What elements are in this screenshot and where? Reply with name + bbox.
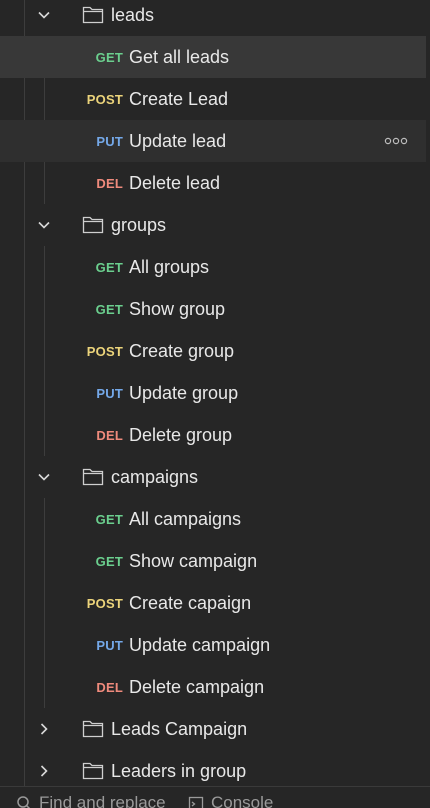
method-badge: GET <box>95 512 123 527</box>
chevron-down-icon[interactable] <box>36 217 52 233</box>
request-row[interactable]: DEL Delete lead <box>0 162 426 204</box>
find-replace-button[interactable]: Find and replace <box>39 793 166 808</box>
request-row[interactable]: PUT Update group <box>0 372 426 414</box>
folder-label: leads <box>111 5 155 25</box>
method-badge: DEL <box>96 428 123 443</box>
request-row[interactable]: PUT Update lead <box>0 120 426 162</box>
request-row[interactable]: GET All campaigns <box>0 498 426 540</box>
request-label: Delete lead <box>129 173 221 193</box>
folder-icon <box>82 468 104 486</box>
method-badge: GET <box>95 50 123 65</box>
folder-row[interactable]: groups <box>0 204 426 246</box>
chevron-right-icon[interactable] <box>36 721 52 737</box>
chevron-down-icon[interactable] <box>36 469 52 485</box>
method-badge: PUT <box>96 134 123 149</box>
request-label: Delete campaign <box>129 677 265 697</box>
method-badge: DEL <box>96 176 123 191</box>
console-button[interactable]: Console <box>211 793 273 808</box>
method-badge: GET <box>95 260 123 275</box>
folder-label: groups <box>111 215 167 235</box>
search-icon[interactable] <box>16 795 32 808</box>
request-row[interactable]: GET Show campaign <box>0 540 426 582</box>
request-row[interactable]: GET Get all leads <box>0 36 426 78</box>
more-options-icon[interactable] <box>384 137 408 145</box>
folder-icon <box>82 762 104 780</box>
method-badge: POST <box>86 344 123 359</box>
request-row[interactable]: POST Create group <box>0 330 426 372</box>
chevron-right-icon[interactable] <box>36 763 52 779</box>
request-row[interactable]: DEL Delete campaign <box>0 666 426 708</box>
request-label: Create Lead <box>129 89 229 109</box>
folder-icon <box>82 6 104 24</box>
chevron-down-icon[interactable] <box>36 7 52 23</box>
request-label: Update campaign <box>129 635 271 655</box>
method-badge: DEL <box>96 680 123 695</box>
method-badge: GET <box>95 554 123 569</box>
folder-icon <box>82 216 104 234</box>
folder-label: campaigns <box>111 467 199 487</box>
status-bar: Find and replace Console <box>0 786 430 808</box>
request-label: All groups <box>129 257 210 277</box>
request-label: Create group <box>129 341 235 361</box>
request-row[interactable]: DEL Delete group <box>0 414 426 456</box>
request-label: Get all leads <box>129 47 230 67</box>
folder-icon <box>82 720 104 738</box>
method-badge: PUT <box>96 638 123 653</box>
collection-sidebar: leads GET Get all leads POST Create Lead PUT U… <box>0 0 430 808</box>
request-row[interactable]: POST Create Lead <box>0 78 426 120</box>
request-row[interactable]: GET All groups <box>0 246 426 288</box>
folder-row[interactable]: campaigns <box>0 456 426 498</box>
folder-row[interactable]: leads <box>0 0 426 36</box>
method-badge: POST <box>86 92 123 107</box>
folder-label: Leads Campaign <box>111 719 248 739</box>
request-label: Show campaign <box>129 551 258 571</box>
request-label: Update group <box>129 383 239 403</box>
request-label: Show group <box>129 299 226 319</box>
request-label: Create capaign <box>129 593 252 613</box>
request-label: All campaigns <box>129 509 242 529</box>
console-icon[interactable] <box>188 795 204 808</box>
request-label: Update lead <box>129 131 227 151</box>
request-row[interactable]: GET Show group <box>0 288 426 330</box>
method-badge: PUT <box>96 386 123 401</box>
folder-label: Leaders in group <box>111 761 247 781</box>
request-row[interactable]: POST Create capaign <box>0 582 426 624</box>
method-badge: GET <box>95 302 123 317</box>
method-badge: POST <box>86 596 123 611</box>
request-row[interactable]: PUT Update campaign <box>0 624 426 666</box>
request-label: Delete group <box>129 425 233 445</box>
folder-row[interactable]: Leads Campaign <box>0 708 426 750</box>
